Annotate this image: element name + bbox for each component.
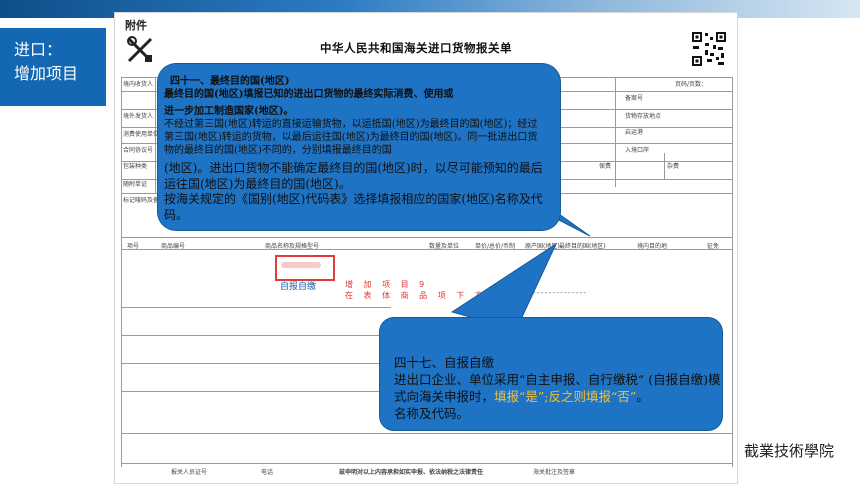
self-pay-label: 自报自缴: [280, 282, 317, 292]
callout2-heading: 四十七、自报自缴: [394, 355, 495, 370]
section-tab: 进口： 增加项目: [0, 28, 106, 106]
item-header-qty: 数量及单位: [429, 243, 460, 250]
highlight-box: [275, 255, 335, 281]
row-label-package: 包装种类: [123, 163, 148, 170]
item-header-dest: 最终目的国(地区): [559, 243, 606, 250]
callout-self-pay-text: 四十七、自报自缴 进出口企业、单位采用“自主申报、自行缴税“ (自报自缴)模式向…: [394, 354, 724, 422]
callout1-heading: 四十一、最终目的国(地区): [170, 76, 290, 87]
callout1-bold-line2: 进一步加工制造国家(地区)。: [164, 106, 294, 117]
footer-declarant: 报关人员证号: [171, 469, 208, 476]
callout1-bold-line1: 最终目的国(地区)填报已知的进出口货物的最终实际消费、使用或: [164, 89, 454, 100]
right-label-storage: 货物存放地点: [625, 113, 662, 120]
attachment-label: 附件: [125, 19, 147, 32]
form-title: 中华人民共和国海关进口货物报关单: [320, 41, 512, 55]
footer-declaration: 兹申明对以上内容承担如实申报、依法纳税之法律责任: [339, 469, 484, 476]
footer-customs: 海关批注及签章: [533, 469, 576, 476]
row-label-docs: 随附单证: [123, 181, 148, 188]
right-label-misc: 杂费: [667, 163, 680, 170]
redacted-mark: [281, 262, 321, 268]
item-header-domestic: 境内目的地: [637, 243, 668, 250]
callout1-text3: 按海关规定的《国别(地区)代码表》选择填报相应的国家(地区)名称及代码。: [164, 192, 543, 222]
callout-final-destination-text: 四十一、最终目的国(地区) 最终目的国(地区)填报已知的进出口货物的最终实际消费…: [164, 75, 544, 223]
callout2-text-end: 。: [636, 389, 649, 404]
item-header-price: 单价/总价/币制: [475, 243, 516, 250]
item-header-no: 项号: [127, 243, 140, 250]
customs-emblem-icon: [127, 36, 153, 63]
right-label-record: 备案号: [625, 95, 644, 102]
row-label-user-unit: 消费使用单位: [123, 131, 160, 138]
callout2-tail-text: 名称及代码。: [394, 406, 470, 421]
item-header-origin: 原产国(地区): [525, 243, 560, 250]
section-tab-line1: 进口：: [14, 40, 63, 59]
right-label-entry: 入境口岸: [625, 147, 650, 154]
school-name: 截業技術學院: [744, 442, 835, 460]
continuation-dashes: …---------------: [520, 288, 588, 297]
item-header-exempt: 征免: [707, 243, 720, 250]
footer-phone: 电话: [261, 469, 274, 476]
row-label-shipper: 境外发货人: [123, 113, 154, 120]
page-label: 页码/页数：: [675, 81, 708, 88]
qr-code-icon: [691, 31, 727, 67]
callout1-text2: (地区)。进出口货物不能确定最终目的国(地区)时，以尽可能预知的最后运往国(地区…: [164, 161, 543, 191]
right-label-insurance: 保费: [599, 163, 612, 170]
note-add-item: 增 加 项 目 9: [345, 280, 429, 289]
row-label-consignee: 境内收货人: [123, 81, 154, 88]
item-header-name: 商品名称及规格型号: [265, 243, 320, 250]
callout2-highlight: 填报“是”;反之则填报“否”: [494, 389, 637, 404]
row-label-contract: 合同协议号: [123, 147, 154, 154]
note-print-position: 在 表 体 商 品 项 下 方 打 印: [345, 291, 524, 300]
callout1-text1: 不经过第三国(地区)转运的直接运输货物，以运抵国(地区)为最终目的国(地区)；经…: [164, 119, 538, 156]
section-tab-line2: 增加项目: [14, 64, 79, 83]
item-header-code: 商品编号: [161, 243, 186, 250]
right-label-port: 启运港: [625, 129, 644, 136]
